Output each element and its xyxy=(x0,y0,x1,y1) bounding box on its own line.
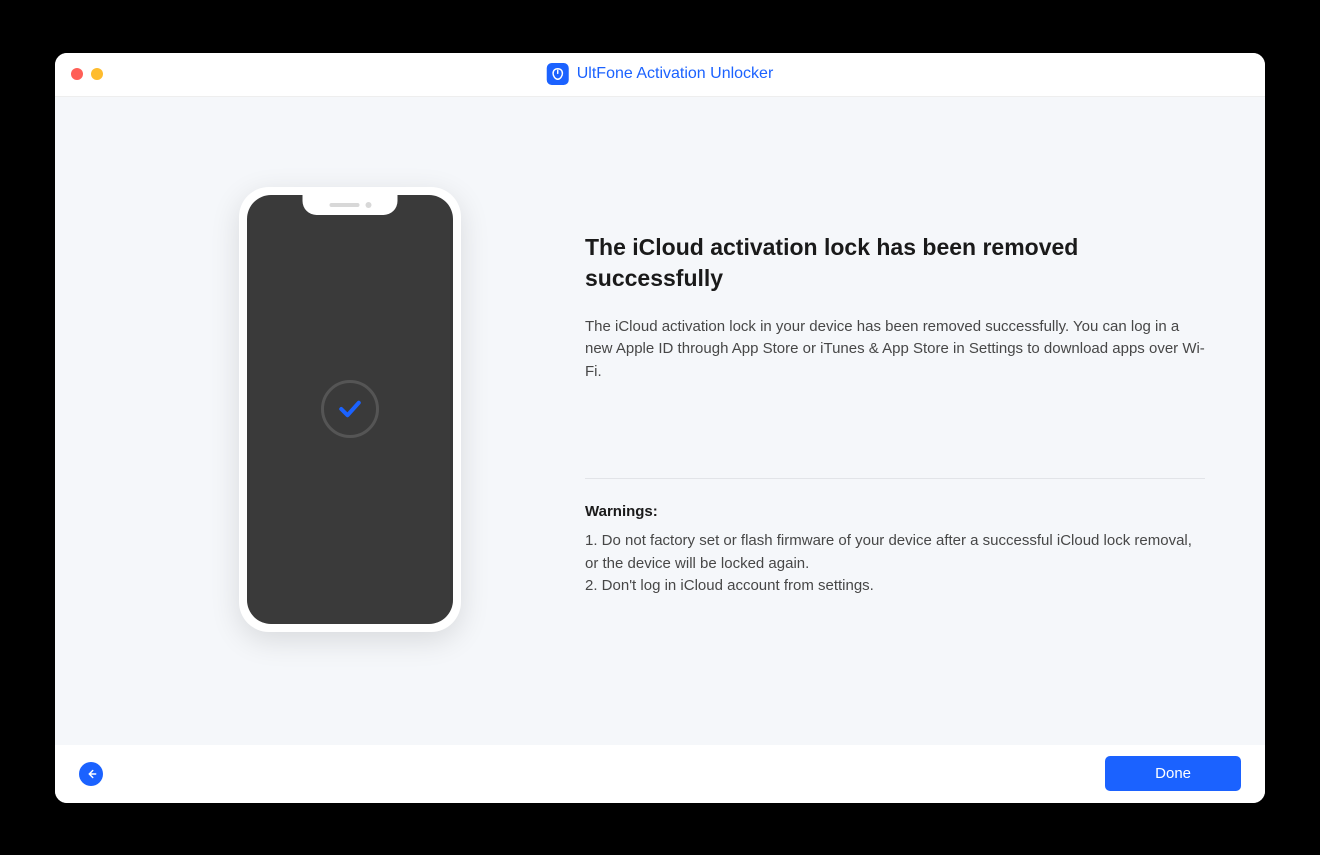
left-pane xyxy=(115,137,585,725)
divider xyxy=(585,478,1205,479)
right-pane: The iCloud activation lock has been remo… xyxy=(585,137,1225,725)
titlebar: UltFone Activation Unlocker xyxy=(55,53,1265,97)
notch-camera xyxy=(365,202,371,208)
warnings-title: Warnings: xyxy=(585,503,1205,520)
warning-item-2: 2. Don't log in iCloud account from sett… xyxy=(585,575,1205,598)
title-center: UltFone Activation Unlocker xyxy=(547,63,774,85)
success-check-icon xyxy=(321,380,379,438)
footer: Done xyxy=(55,745,1265,803)
done-button[interactable]: Done xyxy=(1105,756,1241,791)
success-description: The iCloud activation lock in your devic… xyxy=(585,316,1205,384)
back-button[interactable] xyxy=(79,762,103,786)
notch-speaker xyxy=(329,203,359,207)
app-logo-icon xyxy=(547,63,569,85)
content-area: The iCloud activation lock has been remo… xyxy=(55,97,1265,745)
success-heading: The iCloud activation lock has been remo… xyxy=(585,232,1205,294)
phone-notch xyxy=(303,195,398,215)
warning-item-1: 1. Do not factory set or flash firmware … xyxy=(585,530,1205,575)
warnings-list: 1. Do not factory set or flash firmware … xyxy=(585,530,1205,598)
close-window-button[interactable] xyxy=(71,68,83,80)
arrow-left-icon xyxy=(84,767,98,781)
phone-screen xyxy=(247,195,453,624)
phone-mockup xyxy=(239,187,461,632)
app-window: UltFone Activation Unlocker xyxy=(55,53,1265,803)
window-controls xyxy=(55,68,103,80)
app-title: UltFone Activation Unlocker xyxy=(577,65,774,83)
minimize-window-button[interactable] xyxy=(91,68,103,80)
